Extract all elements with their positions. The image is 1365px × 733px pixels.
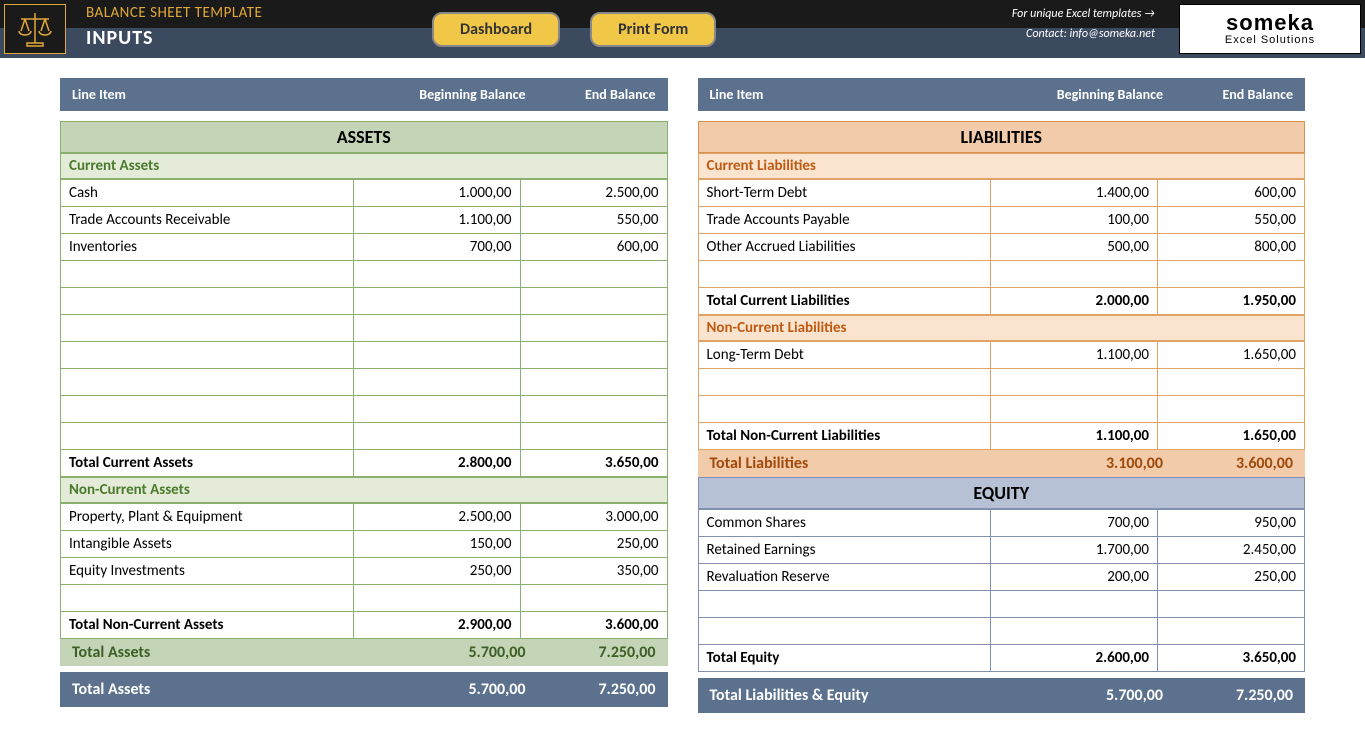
print-form-button[interactable]: Print Form [590,12,716,47]
table-row: Inventories700,00600,00 [61,234,668,261]
equity-title: EQUITY [698,477,1306,509]
page-subtitle: INPUTS [86,26,366,50]
table-row [61,423,668,450]
table-row [61,288,668,315]
brand-logo: someka Excel Solutions [1179,4,1361,54]
table-row: Trade Accounts Payable100,00550,00 [698,207,1305,234]
table-row: Long-Term Debt1.100,001.650,00 [698,342,1305,369]
column-header-right: Line ItemBeginning BalanceEnd Balance [698,78,1306,111]
table-row [698,369,1305,396]
total-current-assets: Total Current Assets2.800,003.650,00 [61,450,668,477]
table-row: Intangible Assets150,00250,00 [61,531,668,558]
current-assets-header: Current Assets [60,153,668,179]
table-row [61,342,668,369]
promo-link[interactable]: For unique Excel templates → [1012,4,1155,24]
table-row: Revaluation Reserve200,00250,00 [698,564,1305,591]
noncurrent-assets-table: Property, Plant & Equipment2.500,003.000… [60,503,668,639]
table-row [61,369,668,396]
total-equity: Total Equity2.600,003.650,00 [698,645,1305,672]
promo-block: For unique Excel templates → Contact: in… [992,0,1175,58]
total-noncurrent-assets: Total Non-Current Assets2.900,003.600,00 [61,612,668,639]
table-row: Cash1.000,002.500,00 [61,180,668,207]
table-row: Common Shares700,00950,00 [698,510,1305,537]
table-row [61,396,668,423]
top-bar: BALANCE SHEET TEMPLATE INPUTS Dashboard … [0,0,1365,58]
table-row: Property, Plant & Equipment2.500,003.000… [61,504,668,531]
total-assets-row: Total Assets5.700,007.250,00 [60,639,668,666]
noncurrent-liabilities-header: Non-Current Liabilities [698,315,1306,341]
current-liabilities-header: Current Liabilities [698,153,1306,179]
table-row: Other Accrued Liabilities500,00800,00 [698,234,1305,261]
liabilities-title: LIABILITIES [698,121,1306,153]
liabilities-equity-panel: Line ItemBeginning BalanceEnd Balance LI… [698,78,1306,713]
table-row [61,315,668,342]
table-row: Equity Investments250,00350,00 [61,558,668,585]
current-assets-table: Cash1.000,002.500,00 Trade Accounts Rece… [60,179,668,477]
table-row: Retained Earnings1.700,002.450,00 [698,537,1305,564]
noncurrent-liabilities-table: Long-Term Debt1.100,001.650,00 Total Non… [698,341,1306,450]
table-row [698,396,1305,423]
footer-total-liab-equity: Total Liabilities & Equity5.700,007.250,… [698,678,1306,713]
noncurrent-assets-header: Non-Current Assets [60,477,668,503]
column-header-left: Line Item Beginning Balance End Balance [60,78,668,111]
logo-icon [4,4,66,54]
table-row [698,618,1305,645]
total-liabilities-row: Total Liabilities3.100,003.600,00 [698,450,1306,477]
table-row: Trade Accounts Receivable1.100,00550,00 [61,207,668,234]
template-title: BALANCE SHEET TEMPLATE [86,4,366,22]
current-liabilities-table: Short-Term Debt1.400,00600,00 Trade Acco… [698,179,1306,315]
assets-panel: Line Item Beginning Balance End Balance … [60,78,668,713]
assets-title: ASSETS [60,121,668,153]
table-row [698,261,1305,288]
table-row [61,585,668,612]
table-row [698,591,1305,618]
equity-table: Common Shares700,00950,00 Retained Earni… [698,509,1306,672]
dashboard-button[interactable]: Dashboard [432,12,560,47]
total-noncurrent-liabilities: Total Non-Current Liabilities1.100,001.6… [698,423,1305,450]
footer-total-assets: Total Assets5.700,007.250,00 [60,672,668,707]
total-current-liabilities: Total Current Liabilities2.000,001.950,0… [698,288,1305,315]
contact-text: Contact: info@someka.net [1012,24,1155,44]
table-row [61,261,668,288]
table-row: Short-Term Debt1.400,00600,00 [698,180,1305,207]
